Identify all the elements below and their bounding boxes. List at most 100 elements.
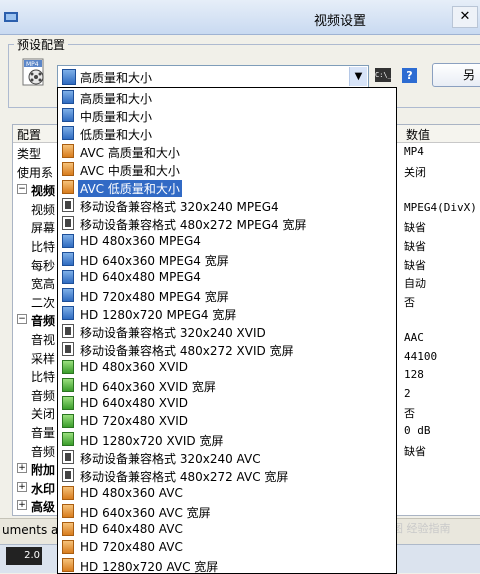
- dropdown-option-label: 移动设备兼容格式 480x272 XVID 宽屏: [80, 344, 294, 358]
- dropdown-option-label: HD 640x360 XVID 宽屏: [80, 380, 216, 394]
- column-header-config[interactable]: 配置: [17, 126, 41, 143]
- help-icon[interactable]: ?: [402, 68, 417, 83]
- dropdown-option[interactable]: 移动设备兼容格式 320x240 MPEG4: [58, 196, 394, 214]
- dropdown-option[interactable]: HD 640x480 MPEG4: [58, 268, 394, 286]
- collapse-icon[interactable]: −: [17, 314, 27, 325]
- grid-row-value[interactable]: 否: [404, 294, 415, 310]
- preset-combobox[interactable]: 高质量和大小 ▼: [57, 65, 369, 88]
- video-format-icon: [62, 414, 74, 428]
- dropdown-option[interactable]: HD 1280x720 MPEG4 宽屏: [58, 304, 394, 322]
- preset-format-icon: [62, 69, 76, 85]
- dropdown-option[interactable]: HD 720x480 XVID: [58, 412, 394, 430]
- collapse-icon[interactable]: −: [17, 184, 27, 195]
- dropdown-option[interactable]: AVC 高质量和大小: [58, 142, 394, 160]
- dropdown-option[interactable]: HD 480x360 MPEG4: [58, 232, 394, 250]
- dropdown-option[interactable]: HD 720x480 AVC: [58, 538, 394, 556]
- grid-row-value[interactable]: 0 dB: [404, 424, 431, 437]
- grid-row-value[interactable]: 128: [404, 368, 424, 381]
- grid-row-label: 比特: [31, 370, 56, 385]
- grid-row-value[interactable]: 缺省: [404, 257, 426, 273]
- video-format-icon: [62, 288, 74, 302]
- dropdown-option[interactable]: 高质量和大小: [58, 88, 394, 106]
- grid-row-value[interactable]: 2: [404, 387, 411, 400]
- grid-row-label: 宽高: [31, 277, 56, 292]
- grid-row-label: 音视: [31, 333, 56, 347]
- video-format-icon: [62, 540, 74, 554]
- dropdown-option[interactable]: 移动设备兼容格式 480x272 MPEG4 宽屏: [58, 214, 394, 232]
- grid-row-label: 使用系: [17, 165, 54, 180]
- window-title: 视频设置: [313, 14, 366, 29]
- dropdown-option[interactable]: HD 480x360 AVC: [58, 484, 394, 502]
- grid-row-label: 高级: [31, 500, 56, 515]
- chevron-down-icon[interactable]: ▼: [349, 67, 367, 86]
- dropdown-option-label: HD 720x480 XVID: [80, 414, 189, 428]
- grid-row-value[interactable]: 否: [404, 405, 415, 421]
- dropdown-option-label: HD 720x480 AVC: [80, 540, 183, 554]
- grid-row-label: 比特: [31, 240, 56, 254]
- dropdown-option[interactable]: HD 480x360 XVID: [58, 358, 394, 376]
- dropdown-option-label: 移动设备兼容格式 480x272 AVC 宽屏: [80, 470, 289, 484]
- grid-row-label: 附加: [31, 463, 56, 478]
- video-format-icon: [62, 522, 74, 536]
- grid-row-label: 音频: [31, 444, 56, 459]
- dropdown-option-label: AVC 中质量和大小: [80, 164, 180, 178]
- dropdown-option[interactable]: HD 1280x720 XVID 宽屏: [58, 430, 394, 448]
- svg-text:MP4: MP4: [26, 61, 39, 68]
- preset-dropdown-list[interactable]: 高质量和大小 中质量和大小低质量和大小 AVC 高质量和大小 AVC 中质量和大小 AV…: [57, 87, 397, 574]
- dropdown-option[interactable]: HD 640x360 XVID 宽屏: [58, 376, 394, 394]
- dropdown-option[interactable]: HD 640x480 XVID: [58, 394, 394, 412]
- dropdown-option-label: 移动设备兼容格式 320x240 AVC: [80, 452, 261, 466]
- video-format-icon: [62, 378, 74, 392]
- dropdown-option-label: HD 640x480 AVC: [80, 522, 183, 536]
- grid-row-value[interactable]: 自动: [404, 275, 426, 291]
- dropdown-option[interactable]: 移动设备兼容格式 320x240 AVC: [58, 448, 394, 466]
- grid-row-value[interactable]: MP4: [404, 145, 424, 158]
- video-format-icon: [62, 108, 74, 122]
- dropdown-option[interactable]: HD 720x480 MPEG4 宽屏: [58, 286, 394, 304]
- expand-icon[interactable]: +: [17, 463, 27, 474]
- grid-row-label: 二次: [31, 295, 56, 310]
- video-format-icon: [62, 90, 74, 104]
- mobile-device-icon: [62, 324, 74, 338]
- grid-row-value[interactable]: 44100: [404, 350, 437, 363]
- video-format-icon: [62, 486, 74, 500]
- grid-row-value[interactable]: 缺省: [404, 443, 426, 459]
- dropdown-option-label: HD 480x360 AVC: [80, 486, 183, 500]
- expand-icon[interactable]: +: [17, 500, 27, 511]
- expand-icon[interactable]: +: [17, 481, 27, 492]
- video-format-icon: [62, 180, 74, 194]
- dropdown-option[interactable]: 移动设备兼容格式 480x272 XVID 宽屏: [58, 340, 394, 358]
- dropdown-option[interactable]: 移动设备兼容格式 320x240 XVID: [58, 322, 394, 340]
- grid-row-value[interactable]: MPEG4(DivX): [404, 201, 477, 214]
- grid-row-value[interactable]: AAC: [404, 331, 424, 344]
- dropdown-option[interactable]: HD 640x360 MPEG4 宽屏: [58, 250, 394, 268]
- grid-row-label: 音频: [31, 314, 56, 329]
- taskbar-app-icon[interactable]: 2.0: [6, 547, 42, 565]
- video-format-icon: [62, 504, 74, 518]
- close-button[interactable]: ✕: [452, 6, 478, 28]
- dropdown-option[interactable]: AVC 中质量和大小: [58, 160, 394, 178]
- grid-row-value[interactable]: 缺省: [404, 219, 426, 235]
- grid-row-label: 音量: [31, 426, 56, 440]
- command-line-icon[interactable]: C:\_: [375, 68, 392, 82]
- dropdown-option-label: HD 1280x720 MPEG4 宽屏: [80, 308, 237, 322]
- dropdown-option[interactable]: 低质量和大小: [58, 124, 394, 142]
- grid-row-value[interactable]: 关闭: [404, 164, 426, 180]
- grid-row-value[interactable]: 缺省: [404, 238, 426, 254]
- dropdown-option-label: 低质量和大小: [80, 128, 153, 142]
- mobile-device-icon: [62, 342, 74, 356]
- mobile-device-icon: [62, 216, 74, 230]
- save-as-button[interactable]: 另: [432, 63, 480, 87]
- video-format-icon: [62, 252, 74, 266]
- video-format-icon: [62, 558, 74, 572]
- dropdown-option[interactable]: 移动设备兼容格式 480x272 AVC 宽屏: [58, 466, 394, 484]
- grid-row-label: 音频: [31, 388, 56, 403]
- dropdown-option[interactable]: HD 1280x720 AVC 宽屏: [58, 556, 394, 573]
- column-header-value[interactable]: 数值: [406, 126, 430, 143]
- dropdown-option-label: AVC 低质量和大小: [78, 180, 182, 197]
- dropdown-option[interactable]: 中质量和大小: [58, 106, 394, 124]
- dropdown-option[interactable]: HD 640x360 AVC 宽屏: [58, 502, 394, 520]
- dropdown-option[interactable]: HD 640x480 AVC: [58, 520, 394, 538]
- mp4-file-icon: MP4: [22, 58, 44, 86]
- dropdown-option[interactable]: AVC 低质量和大小: [58, 178, 394, 197]
